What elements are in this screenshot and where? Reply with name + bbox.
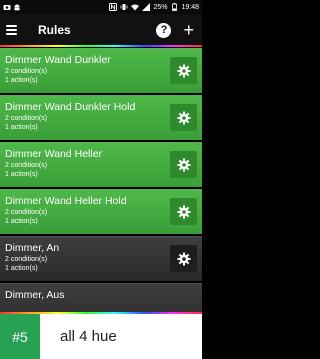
android-icon — [13, 3, 21, 11]
battery-icon — [170, 3, 178, 11]
rule-item[interactable]: Dimmer Wand Heller Hold 2 condition(s) 1… — [0, 189, 202, 234]
clock: 19:48 — [181, 3, 199, 11]
page-title: Rules — [38, 23, 71, 37]
rules-list: Dimmer Wand Dunkler 2 condition(s) 1 act… — [0, 48, 202, 330]
help-icon[interactable]: ? — [156, 22, 172, 38]
rule-item[interactable]: Dimmer Wand Dunkler 2 condition(s) 1 act… — [0, 48, 202, 93]
camera-icon — [3, 3, 11, 11]
menu-icon[interactable] — [6, 22, 22, 38]
gear-icon[interactable] — [170, 57, 197, 84]
rule-item[interactable]: Dimmer Wand Heller 2 condition(s) 1 acti… — [0, 142, 202, 187]
gear-icon[interactable] — [170, 104, 197, 131]
app-name: all 4 hue — [60, 328, 117, 345]
wifi-icon — [131, 3, 140, 11]
add-rule-button[interactable]: + — [183, 21, 194, 39]
gear-icon[interactable] — [170, 198, 197, 225]
ranking-banner: #5 all 4 hue — [0, 314, 202, 359]
app-bar: Rules ? + — [0, 14, 202, 46]
rainbow-divider — [0, 45, 202, 47]
gear-icon[interactable] — [170, 245, 197, 272]
rank-badge: #5 — [0, 314, 40, 359]
rule-name: Dimmer, Aus — [5, 289, 65, 301]
status-bar: 25% 19:48 — [0, 0, 202, 14]
rule-item[interactable]: Dimmer Wand Dunkler Hold 2 condition(s) … — [0, 95, 202, 140]
vibrate-icon — [120, 3, 128, 11]
signal-icon — [142, 3, 151, 11]
gear-icon[interactable] — [170, 151, 197, 178]
battery-percent: 25% — [153, 3, 168, 11]
nfc-icon — [109, 3, 118, 11]
rule-item[interactable]: Dimmer, An 2 condition(s) 1 action(s) — [0, 236, 202, 281]
